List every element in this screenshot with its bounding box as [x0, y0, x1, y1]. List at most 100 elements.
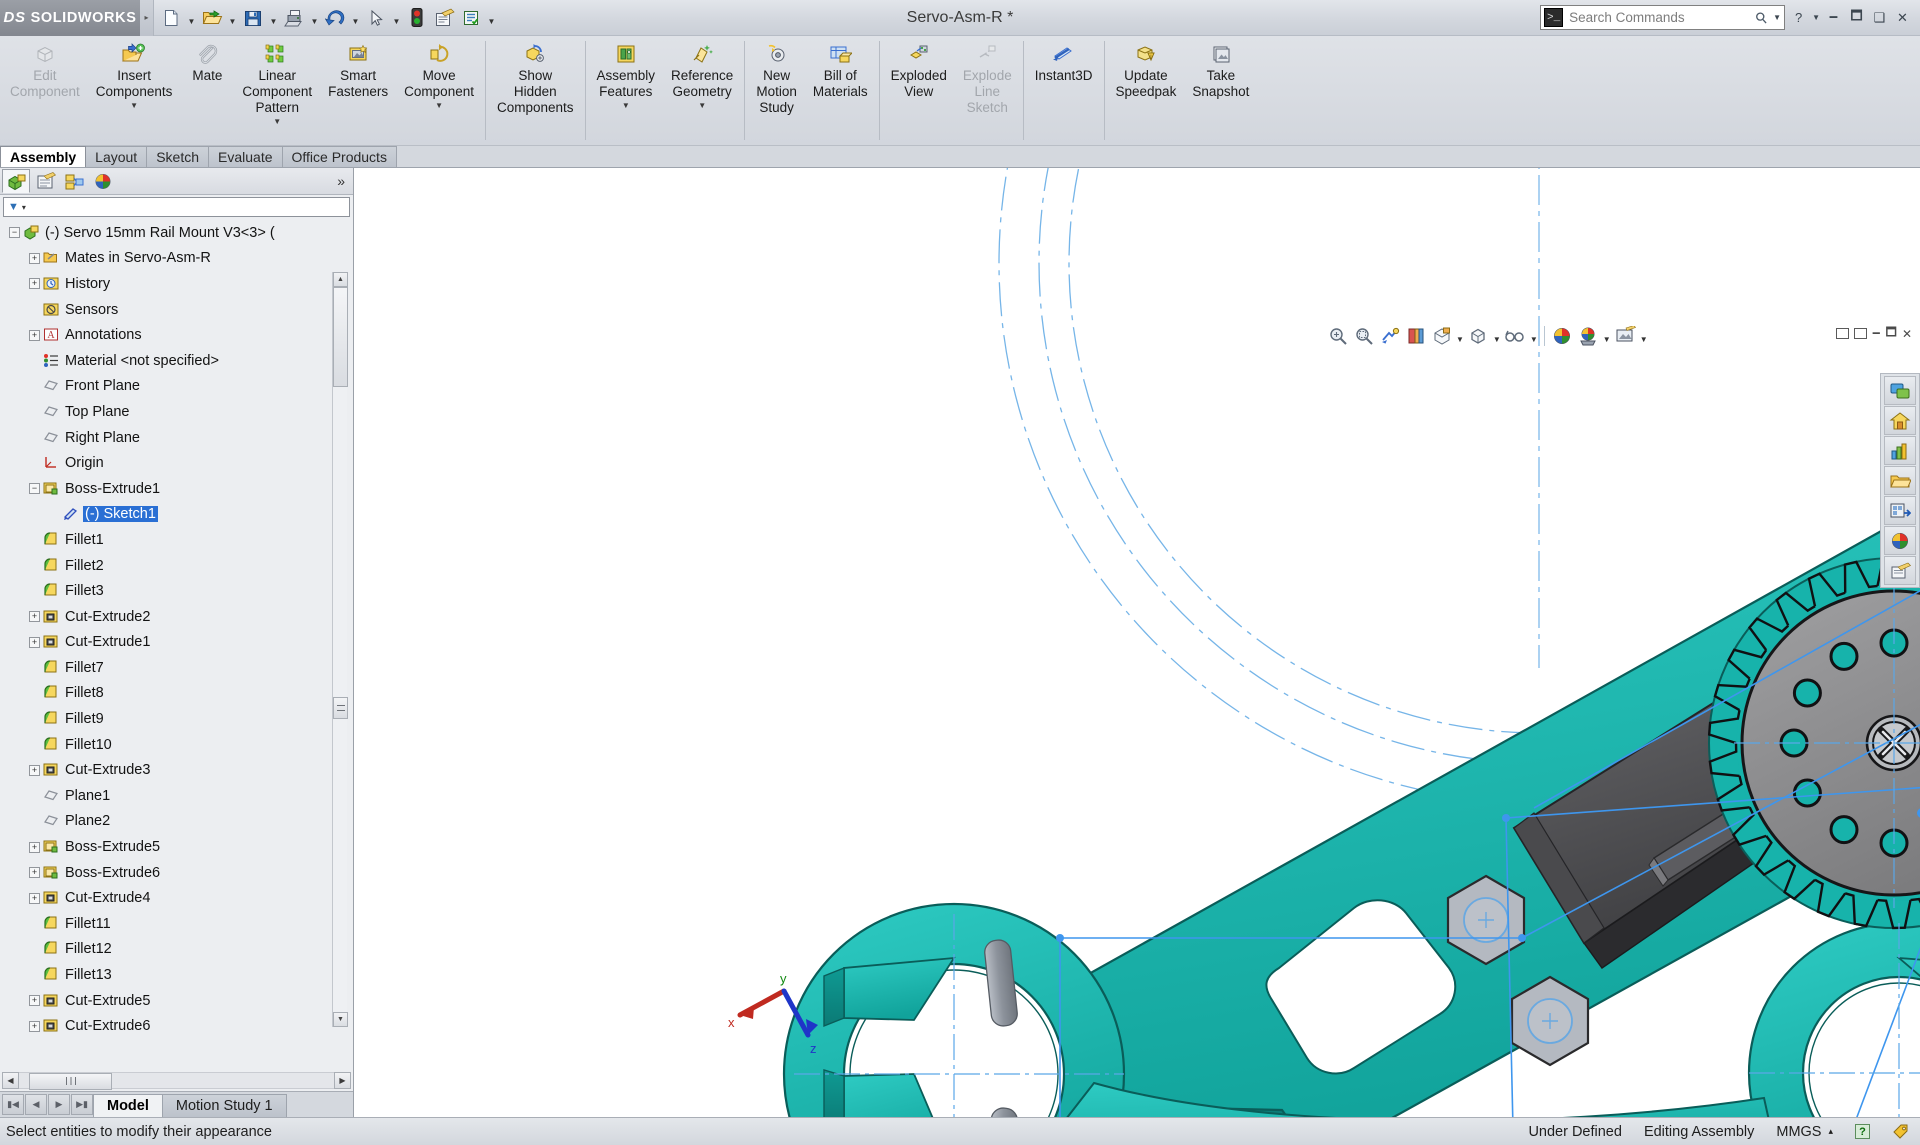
restore-doc-icon[interactable]: 🗖	[1886, 323, 1897, 344]
display-style-cube-icon[interactable]	[1467, 325, 1490, 348]
tab-motion-study-1[interactable]: Motion Study 1	[162, 1094, 287, 1117]
select-tool-button[interactable]	[363, 5, 389, 31]
tree-horizontal-scrollbar[interactable]: ◀ ▶	[0, 1071, 353, 1091]
tree-expander[interactable]: +	[29, 867, 40, 878]
hide-show-dropdown[interactable]: ▼	[1530, 328, 1538, 344]
display-style-dropdown[interactable]: ▼	[1493, 328, 1501, 344]
tree-item[interactable]: Fillet8	[3, 681, 350, 707]
feature-manager-tab[interactable]	[2, 169, 30, 193]
save-document-dropdown[interactable]: ▼	[267, 5, 280, 31]
tree-expander[interactable]: −	[29, 483, 40, 494]
reference-geometry-button[interactable]: Reference Geometry ▼	[663, 36, 741, 145]
tree-expander[interactable]: +	[29, 278, 40, 289]
graphics-viewport[interactable]: ▼ ▼ ▼	[354, 168, 1920, 1117]
file-properties-button[interactable]	[431, 5, 457, 31]
tree-item[interactable]: +AAnnotations	[3, 322, 350, 348]
status-units-arrow[interactable]: ▴	[1828, 1126, 1833, 1137]
appearance-sphere-icon[interactable]	[1884, 526, 1916, 555]
close-doc-icon[interactable]: ✕	[1902, 327, 1912, 341]
new-document-dropdown[interactable]: ▼	[185, 5, 198, 31]
tree-expander[interactable]: +	[29, 637, 40, 648]
tree-item[interactable]: +Cut-Extrude5	[3, 988, 350, 1014]
tree-item[interactable]: Sensors	[3, 297, 350, 323]
tree-item[interactable]: Front Plane	[3, 374, 350, 400]
search-dropdown-arrow[interactable]: ▼	[1773, 13, 1781, 22]
menu-expand-arrow[interactable]: ▸	[140, 0, 154, 36]
tree-item[interactable]: +History	[3, 271, 350, 297]
tab-office-products[interactable]: Office Products	[282, 146, 397, 167]
first-tab-icon[interactable]: ▮◀	[2, 1094, 24, 1115]
exploded-view-button[interactable]: Exploded View	[883, 36, 955, 145]
explode-line-sketch-button[interactable]: Explode Line Sketch	[955, 36, 1020, 145]
resources-panel-icon[interactable]	[1884, 376, 1916, 405]
select-tool-dropdown[interactable]: ▼	[390, 5, 403, 31]
property-manager-tab[interactable]	[31, 169, 59, 193]
options-dropdown[interactable]: ▼	[485, 5, 498, 31]
tree-expander[interactable]: +	[29, 765, 40, 776]
zoom-to-fit-icon[interactable]	[1326, 325, 1349, 348]
tree-item[interactable]: Fillet7	[3, 655, 350, 681]
tree-expander[interactable]: +	[29, 893, 40, 904]
restore-icon[interactable]: 🗖	[1847, 8, 1866, 27]
hscroll-track[interactable]	[19, 1072, 334, 1089]
help-button[interactable]: ?	[1789, 8, 1808, 27]
mate-button[interactable]: Mate	[180, 36, 234, 145]
feature-filter-bar[interactable]: ▼ ▾	[3, 197, 350, 217]
tree-expander[interactable]: +	[29, 842, 40, 853]
new-motion-study-button[interactable]: New Motion Study	[748, 36, 805, 145]
tree-item[interactable]: +Mates in Servo-Asm-R	[3, 246, 350, 272]
smart-fasteners-button[interactable]: Smart Fasteners	[320, 36, 396, 145]
new-document-button[interactable]	[158, 5, 184, 31]
tree-expander[interactable]: +	[29, 995, 40, 1006]
tree-item[interactable]: +Cut-Extrude2	[3, 604, 350, 630]
tab-layout[interactable]: Layout	[85, 146, 147, 167]
move-component-dropdown[interactable]: ▼	[435, 101, 443, 110]
scroll-up-button[interactable]: ▲	[333, 272, 348, 287]
open-document-dropdown[interactable]: ▼	[226, 5, 239, 31]
tree-item[interactable]: Origin	[3, 450, 350, 476]
take-snapshot-button[interactable]: Take Snapshot	[1184, 36, 1257, 145]
feature-tree[interactable]: ▲ ▼ −(-) Servo 15mm Rail Mount V3<3> (+M…	[3, 220, 350, 1071]
tree-item[interactable]: Fillet2	[3, 553, 350, 579]
print-document-dropdown[interactable]: ▼	[308, 5, 321, 31]
help-dropdown-arrow[interactable]: ▼	[1812, 13, 1820, 22]
tree-expander[interactable]: +	[29, 1021, 40, 1032]
reference-geometry-dropdown[interactable]: ▼	[698, 101, 706, 110]
rebuild-button[interactable]	[404, 5, 430, 31]
home-library-icon[interactable]	[1884, 406, 1916, 435]
insert-components-button[interactable]: Insert Components ▼	[88, 36, 181, 145]
tree-item[interactable]: +Cut-Extrude4	[3, 885, 350, 911]
tree-expander[interactable]: +	[29, 253, 40, 264]
view-orientation-dropdown[interactable]: ▼	[1456, 328, 1464, 344]
update-speedpak-button[interactable]: ! Update Speedpak	[1108, 36, 1185, 145]
show-hidden-components-button[interactable]: Show Hidden Components	[489, 36, 582, 145]
open-document-button[interactable]	[199, 5, 225, 31]
custom-properties-icon[interactable]	[1884, 556, 1916, 585]
tree-item[interactable]: Top Plane	[3, 399, 350, 425]
instant3d-button[interactable]: Instant3D	[1027, 36, 1101, 145]
next-tab-icon[interactable]: ▶	[48, 1094, 70, 1115]
view-settings-dropdown[interactable]: ▼	[1640, 328, 1648, 344]
tree-item[interactable]: −(-) Servo 15mm Rail Mount V3<3> (	[3, 220, 350, 246]
hscroll-right-button[interactable]: ▶	[334, 1072, 351, 1089]
zoom-to-area-icon[interactable]	[1352, 325, 1375, 348]
edit-component-button[interactable]: Edit Component	[2, 36, 88, 145]
minimize-icon[interactable]: 🗕	[1824, 8, 1843, 27]
hscroll-thumb[interactable]	[29, 1073, 112, 1090]
view-orientation-icon[interactable]	[1430, 325, 1453, 348]
close-icon[interactable]: ✕	[1893, 8, 1912, 27]
tree-item[interactable]: Fillet11	[3, 911, 350, 937]
tree-item[interactable]: Fillet1	[3, 527, 350, 553]
tree-item[interactable]: Fillet10	[3, 732, 350, 758]
chart-explorer-icon[interactable]	[1884, 436, 1916, 465]
tree-item[interactable]: Material <not specified>	[3, 348, 350, 374]
print-document-button[interactable]	[281, 5, 307, 31]
tree-item[interactable]: Fillet9	[3, 706, 350, 732]
appearance-sphere-icon[interactable]	[1551, 325, 1574, 348]
tree-item[interactable]: +Boss-Extrude5	[3, 834, 350, 860]
search-commands-box[interactable]: >_ Search Commands ⚲ ▼	[1540, 5, 1785, 30]
undo-button[interactable]	[322, 5, 348, 31]
manager-more-button[interactable]: »	[337, 173, 353, 189]
view-settings-icon[interactable]	[1614, 325, 1637, 348]
tree-item[interactable]: +Boss-Extrude6	[3, 860, 350, 886]
